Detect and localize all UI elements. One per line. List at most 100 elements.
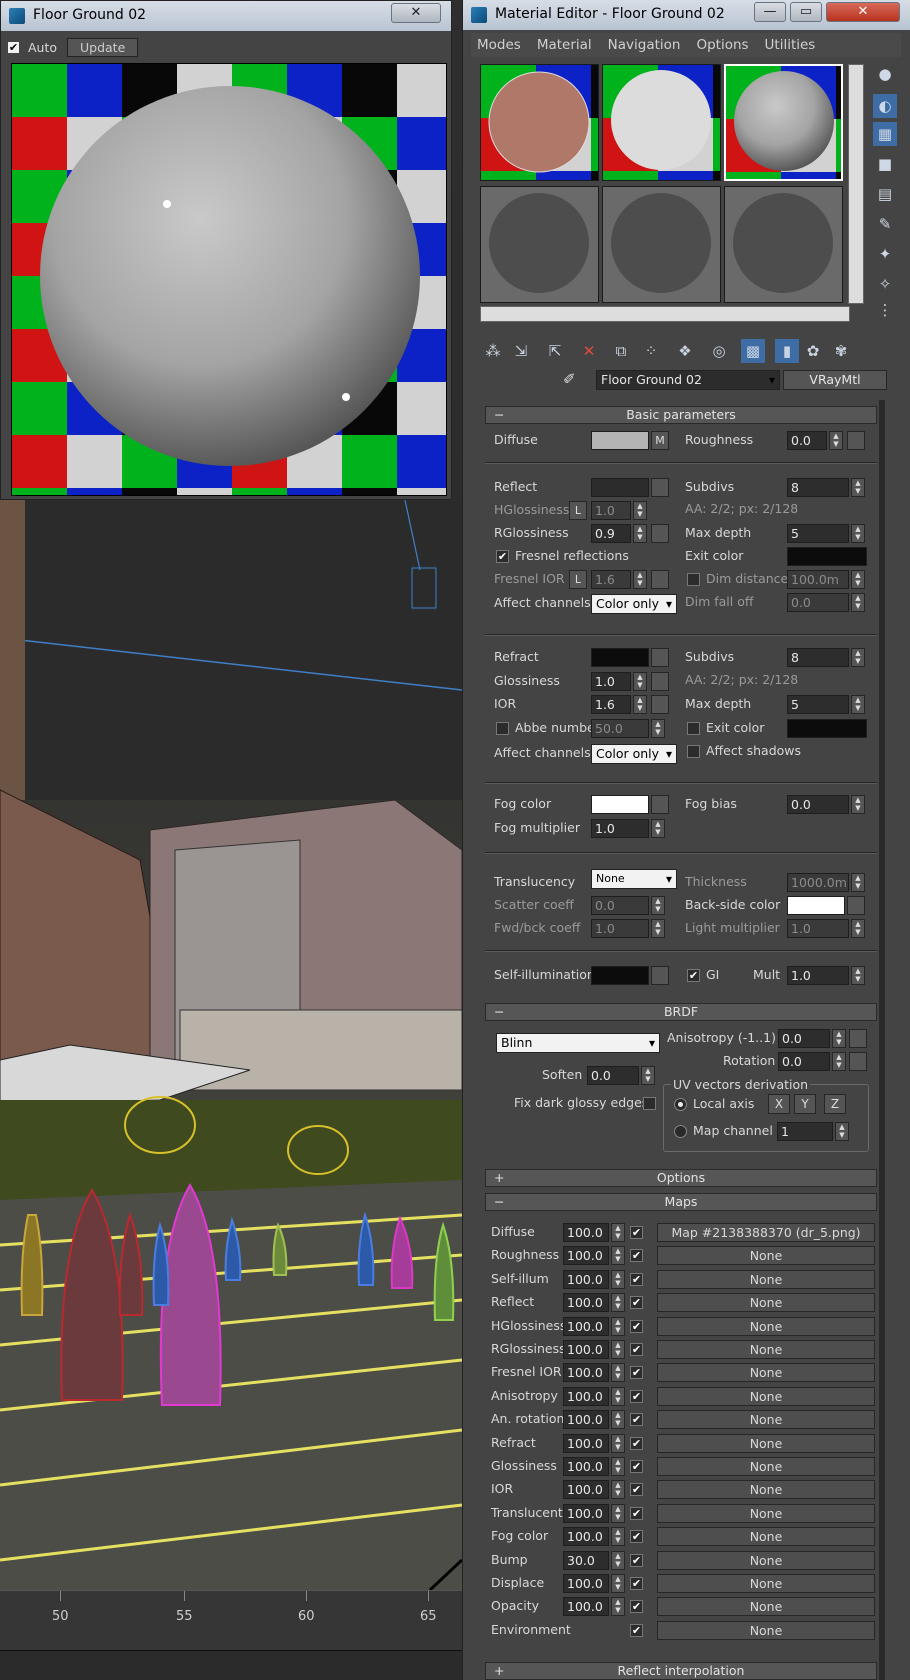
self-illum-map-button[interactable] <box>651 966 669 985</box>
hglossiness-spinner[interactable]: 1.0 <box>591 501 631 520</box>
sample-uv-tiling-icon[interactable]: ■ <box>873 152 897 176</box>
preview-close-button[interactable]: ✕ <box>391 3 441 23</box>
fresnel-ior-map-button[interactable] <box>651 570 669 589</box>
put-to-library-icon[interactable]: ❖ <box>673 339 697 363</box>
map-amount-spinner[interactable]: 100.0 <box>563 1223 609 1242</box>
map-channel-spinner[interactable]: 1 <box>777 1122 833 1141</box>
map-slot-button[interactable]: None <box>657 1527 875 1546</box>
minimize-button[interactable]: — <box>754 2 786 22</box>
sample-type-icon[interactable]: ● <box>873 62 897 86</box>
select-by-material-icon[interactable]: ✧ <box>873 272 897 296</box>
spinner-arrows[interactable]: ▲ ▼ <box>611 1480 625 1499</box>
sample-slot-4[interactable] <box>480 186 599 303</box>
ior-map-button[interactable] <box>651 695 669 714</box>
spinner-arrows[interactable]: ▲ ▼ <box>651 719 665 738</box>
map-slot-button[interactable]: None <box>657 1504 875 1523</box>
time-ruler[interactable]: 50 55 60 65 <box>0 1590 462 1650</box>
map-enable-checkbox[interactable]: ✔ <box>630 1366 643 1379</box>
spinner-arrows[interactable]: ▲ ▼ <box>633 695 647 714</box>
map-amount-spinner[interactable]: 100.0 <box>563 1527 609 1546</box>
rglossiness-map-button[interactable] <box>651 524 669 543</box>
map-amount-spinner[interactable]: 100.0 <box>563 1410 609 1429</box>
axis-x-button[interactable]: X <box>768 1094 790 1114</box>
spinner-arrows[interactable]: ▲ ▼ <box>651 919 665 938</box>
assign-to-selection-icon[interactable]: ⇱ <box>543 339 567 363</box>
map-enable-checkbox[interactable]: ✔ <box>630 1413 643 1426</box>
map-amount-spinner[interactable]: 100.0 <box>563 1387 609 1406</box>
map-slot-button[interactable]: None <box>657 1293 875 1312</box>
map-slot-button[interactable]: None <box>657 1551 875 1570</box>
maps-rollout[interactable]: − Maps <box>485 1193 877 1211</box>
map-slot-button[interactable]: None <box>657 1246 875 1265</box>
map-slot-button[interactable]: None <box>657 1597 875 1616</box>
spinner-arrows[interactable]: ▲ ▼ <box>611 1340 625 1359</box>
rotation-map-button[interactable] <box>849 1052 867 1071</box>
spinner-arrows[interactable]: ▲ ▼ <box>611 1246 625 1265</box>
spinner-arrows[interactable]: ▲ ▼ <box>851 524 865 543</box>
refract-map-button[interactable] <box>651 648 669 667</box>
fog-bias-spinner[interactable]: 0.0 <box>787 795 849 814</box>
map-amount-spinner[interactable]: 100.0 <box>563 1270 609 1289</box>
map-amount-spinner[interactable]: 100.0 <box>563 1434 609 1453</box>
spinner-arrows[interactable]: ▲ ▼ <box>633 672 647 691</box>
reflect-max-depth-spinner[interactable]: 5 <box>787 524 849 543</box>
map-enable-checkbox[interactable]: ✔ <box>630 1483 643 1496</box>
fog-color-map-button[interactable] <box>651 795 669 814</box>
spinner-arrows[interactable]: ▲ ▼ <box>851 795 865 814</box>
sample-slot-5[interactable] <box>602 186 721 303</box>
map-enable-checkbox[interactable]: ✔ <box>630 1460 643 1473</box>
glossiness-map-button[interactable] <box>651 672 669 691</box>
map-enable-checkbox[interactable]: ✔ <box>630 1624 643 1637</box>
basic-parameters-rollout[interactable]: − Basic parameters <box>485 406 877 424</box>
go-forward-to-sibling-icon[interactable]: ✾ <box>829 339 853 363</box>
local-axis-radio[interactable] <box>674 1098 687 1111</box>
map-enable-checkbox[interactable]: ✔ <box>630 1577 643 1590</box>
dim-distance-spinner[interactable]: 100.0m <box>787 570 849 589</box>
spinner-arrows[interactable]: ▲ ▼ <box>611 1410 625 1429</box>
reflect-subdivs-spinner[interactable]: 8 <box>787 478 849 497</box>
map-enable-checkbox[interactable]: ✔ <box>630 1530 643 1543</box>
spinner-arrows[interactable]: ▲ ▼ <box>851 966 865 985</box>
map-slot-button[interactable]: None <box>657 1434 875 1453</box>
scatter-coeff-spinner[interactable]: 0.0 <box>591 896 649 915</box>
map-amount-spinner[interactable]: 100.0 <box>563 1597 609 1616</box>
spinner-arrows[interactable]: ▲ ▼ <box>611 1597 625 1616</box>
auto-checkbox[interactable]: ✔ <box>7 41 20 54</box>
spinner-arrows[interactable]: ▲ ▼ <box>611 1504 625 1523</box>
video-color-check-icon[interactable]: ▤ <box>873 182 897 206</box>
spinner-arrows[interactable]: ▲ ▼ <box>611 1363 625 1382</box>
abbe-spinner[interactable]: 50.0 <box>591 719 649 738</box>
fresnel-checkbox[interactable]: ✔ <box>496 550 509 563</box>
map-amount-spinner[interactable]: 100.0 <box>563 1480 609 1499</box>
back-side-color-swatch[interactable] <box>787 896 845 915</box>
map-enable-checkbox[interactable]: ✔ <box>630 1507 643 1520</box>
dim-falloff-spinner[interactable]: 0.0 <box>787 593 849 612</box>
slots-horizontal-scrollbar[interactable] <box>480 306 850 322</box>
map-slot-button[interactable]: None <box>657 1574 875 1593</box>
spinner-arrows[interactable]: ▲ ▼ <box>611 1551 625 1570</box>
refract-affect-channels-dropdown[interactable]: Color only <box>591 744 677 764</box>
map-slot-button[interactable]: None <box>657 1621 875 1640</box>
map-enable-checkbox[interactable]: ✔ <box>630 1273 643 1286</box>
abbe-checkbox[interactable] <box>496 722 509 735</box>
brdf-rollout[interactable]: − BRDF <box>485 1003 877 1021</box>
map-amount-spinner[interactable]: 100.0 <box>563 1457 609 1476</box>
preview-titlebar[interactable]: Floor Ground 02 ✕ <box>1 1 451 31</box>
spinner-arrows[interactable]: ▲ ▼ <box>611 1293 625 1312</box>
material-map-navigator-icon[interactable]: ⋮ <box>873 298 897 322</box>
map-enable-checkbox[interactable]: ✔ <box>630 1390 643 1403</box>
map-slot-button[interactable]: None <box>657 1480 875 1499</box>
slots-vertical-scrollbar[interactable] <box>848 64 864 304</box>
show-shaded-material-icon[interactable]: ▩ <box>741 339 765 363</box>
sample-slot-1[interactable] <box>480 64 599 181</box>
map-enable-checkbox[interactable]: ✔ <box>630 1437 643 1450</box>
material-id-channel-icon[interactable]: ◎ <box>707 339 731 363</box>
reflect-map-button[interactable] <box>651 478 669 497</box>
spinner-arrows[interactable]: ▲ ▼ <box>851 478 865 497</box>
map-enable-checkbox[interactable]: ✔ <box>630 1249 643 1262</box>
show-end-result-icon[interactable]: ▮ <box>775 339 799 363</box>
background-icon[interactable]: ▦ <box>873 122 897 146</box>
map-slot-button[interactable]: None <box>657 1457 875 1476</box>
hglossiness-lock-button[interactable]: L <box>569 501 587 520</box>
spinner-arrows[interactable]: ▲ ▼ <box>851 695 865 714</box>
